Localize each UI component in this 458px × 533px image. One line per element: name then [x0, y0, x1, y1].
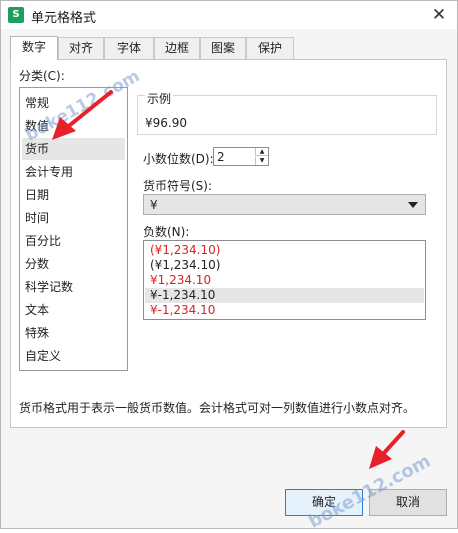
negative-option-black-parentheses[interactable]: (¥1,234.10) [145, 258, 424, 273]
decimal-places-value[interactable]: 2 [217, 149, 225, 165]
sample-label: 示例 [145, 90, 174, 107]
currency-symbol-value: ¥ [150, 198, 158, 212]
category-label: 分类(C): [19, 69, 65, 83]
negative-option-red-plain[interactable]: ¥1,234.10 [145, 273, 424, 288]
title-bar[interactable]: S 单元格格式 ✕ [1, 1, 457, 29]
tab-pattern[interactable]: 图案 [200, 37, 246, 59]
tab-font[interactable]: 字体 [104, 37, 154, 59]
category-item-time[interactable]: 时间 [22, 207, 125, 229]
category-item-percentage[interactable]: 百分比 [22, 230, 125, 252]
category-item-scientific[interactable]: 科学记数 [22, 276, 125, 298]
category-item-text[interactable]: 文本 [22, 299, 125, 321]
category-item-accounting[interactable]: 会计专用 [22, 161, 125, 183]
tab-number[interactable]: 数字 [10, 36, 58, 60]
spin-down-icon[interactable]: ▼ [255, 157, 268, 165]
dialog-title: 单元格格式 [31, 11, 97, 26]
currency-symbol-select[interactable]: ¥ [143, 194, 426, 215]
tab-border[interactable]: 边框 [154, 37, 200, 59]
close-icon[interactable]: ✕ [427, 3, 451, 27]
negative-option-red-minus[interactable]: ¥-1,234.10 [145, 303, 424, 318]
tab-protection[interactable]: 保护 [246, 37, 294, 59]
category-item-fraction[interactable]: 分数 [22, 253, 125, 275]
decimal-places-stepper[interactable]: 2 ▲ ▼ [213, 147, 269, 166]
negative-option-black-minus[interactable]: ¥-1,234.10 [145, 288, 424, 303]
category-item-date[interactable]: 日期 [22, 184, 125, 206]
sample-value: ¥96.90 [145, 116, 187, 130]
currency-symbol-label: 货币符号(S): [143, 179, 213, 193]
negative-option-red-parentheses[interactable]: (¥1,234.10) [145, 243, 424, 258]
category-item-special[interactable]: 特殊 [22, 322, 125, 344]
decimal-places-label: 小数位数(D): [143, 152, 214, 166]
category-item-custom[interactable]: 自定义 [22, 345, 125, 367]
tab-alignment[interactable]: 对齐 [58, 37, 104, 59]
format-cells-dialog: S 单元格格式 ✕ 数字 对齐 字体 边框 图案 保护 分类(C): 常规 数值… [0, 0, 458, 529]
negative-numbers-label: 负数(N): [143, 225, 190, 239]
spin-up-icon[interactable]: ▲ [255, 148, 268, 156]
format-description: 货币格式用于表示一般货币数值。会计格式可对一列数值进行小数点对齐。 [19, 401, 416, 415]
chevron-down-icon[interactable] [408, 202, 418, 208]
app-logo-icon: S [8, 7, 24, 23]
negative-numbers-list[interactable]: (¥1,234.10) (¥1,234.10) ¥1,234.10 ¥-1,23… [143, 240, 426, 320]
